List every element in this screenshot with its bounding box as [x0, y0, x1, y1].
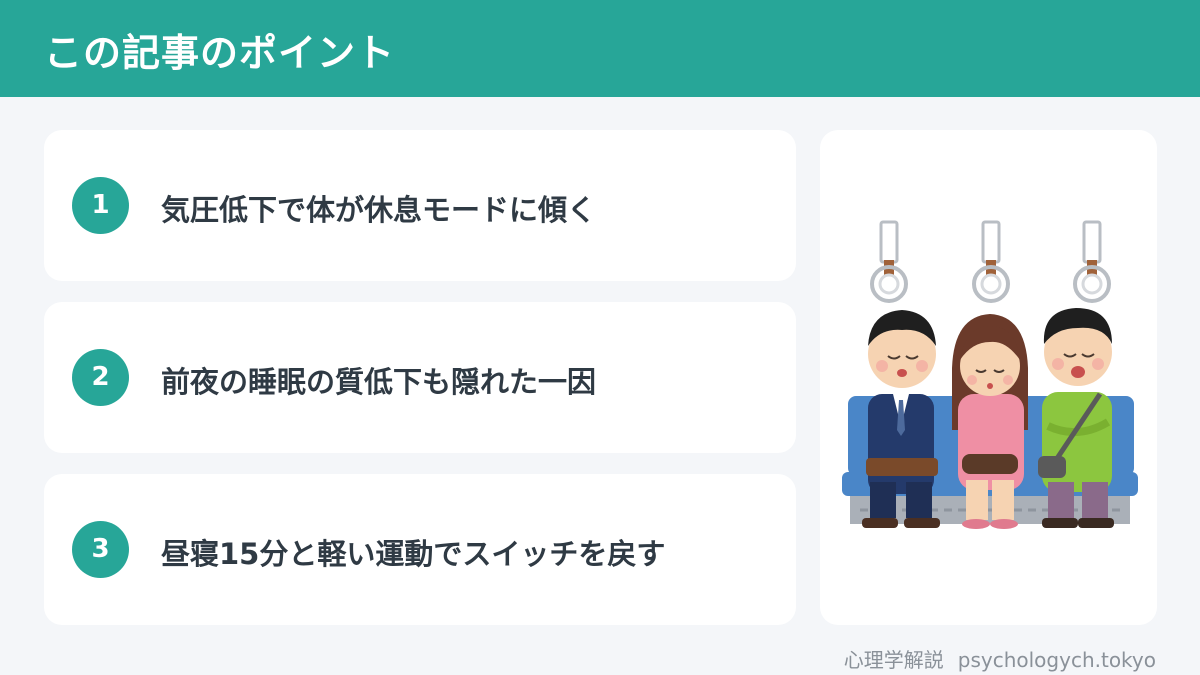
hand-strap-icon: [870, 220, 908, 303]
point-text: 気圧低下で体が休息モードに傾く: [161, 193, 597, 227]
header-bar: この記事のポイント: [0, 0, 1200, 97]
point-card-3: 3 昼寝15分と軽い運動でスイッチを戻す: [44, 474, 796, 625]
illustration-card: [820, 130, 1157, 625]
footer-credit: 心理学解説 psychologych.tokyo: [844, 644, 1156, 673]
footer-brand: 心理学解説: [843, 648, 944, 672]
point-text: 前夜の睡眠の質低下も隠れた一因: [161, 365, 597, 399]
footer-site: psychologych.tokyo: [957, 648, 1156, 672]
point-card-1: 1 気圧低下で体が休息モードに傾く: [44, 130, 796, 281]
hand-strap-icon: [972, 220, 1010, 303]
hand-strap-icon: [1073, 220, 1111, 303]
point-number-badge: 3: [72, 521, 129, 578]
sleeping-commuters-illustration: [842, 220, 1138, 529]
point-text: 昼寝15分と軽い運動でスイッチを戻す: [161, 537, 666, 571]
point-number-badge: 1: [72, 177, 129, 234]
page-title: この記事のポイント: [44, 31, 396, 75]
point-number-badge: 2: [72, 349, 129, 406]
point-card-2: 2 前夜の睡眠の質低下も隠れた一因: [44, 302, 796, 453]
